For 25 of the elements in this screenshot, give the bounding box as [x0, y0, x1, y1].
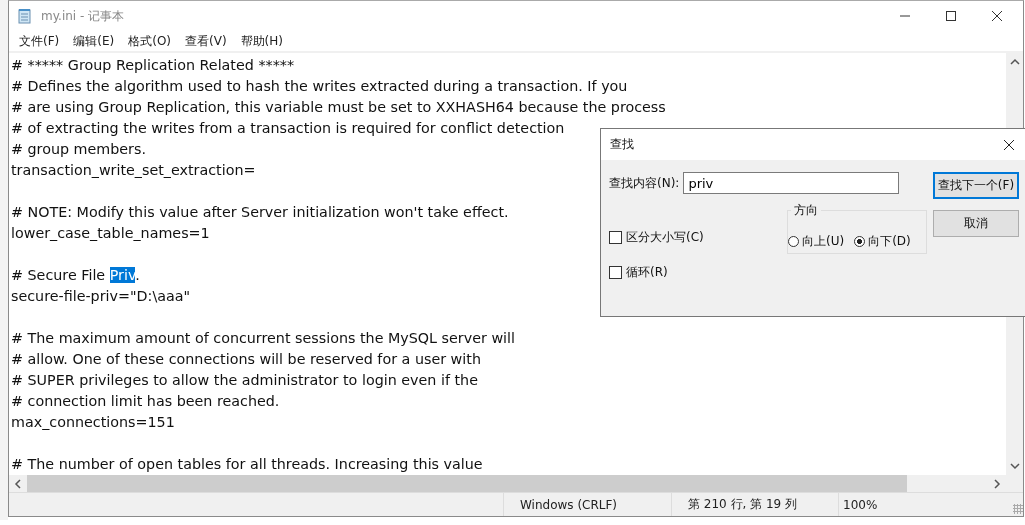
text-line: # of extracting the writes from a transaction is required for conflict detection — [11, 119, 565, 138]
text-line: # ***** Group Replication Related ***** — [11, 56, 295, 75]
text-line: # are using Group Replication, this variable must be set to XXHASH64 because the process — [11, 98, 666, 117]
text-line: # Defines the algorithm used to hash the writes extracted during a transaction. If you — [11, 77, 628, 96]
text-line: # NOTE: Modify this value after Server initialization won't take effect. — [11, 203, 509, 222]
text-line: # connection limit has been reached. — [11, 392, 280, 411]
cursor-position: 第 210 行, 第 19 列 — [688, 496, 798, 513]
text-line: max_connections=151 — [11, 413, 175, 432]
text-line: # The number of open tables for all threads. Increasing this value — [11, 455, 483, 474]
line-ending-label: Windows (CRLF) — [520, 497, 618, 512]
find-label: 查找内容(N): — [609, 174, 680, 192]
zoom-level: 100% — [843, 497, 878, 512]
text-line: # SUPER privileges to allow the administrator to login even if the — [11, 371, 478, 390]
text-line: secure-file-priv="D:\aaa" — [11, 287, 191, 306]
code-text: # Secure File — [11, 267, 107, 283]
code-text: . — [135, 267, 140, 283]
text-line: lower_case_table_names=1 — [11, 224, 210, 243]
text-line: # allow. One of these connections will be reserved for a user with — [11, 350, 481, 369]
text-line: # group members. — [11, 140, 146, 159]
dialog-title: 查找 — [610, 136, 634, 153]
group-label: 方向 — [793, 202, 819, 219]
text-line: transaction_write_set_extraction= — [11, 161, 256, 180]
text-line: # The maximum amount of concurrent sessions the MySQL server will — [11, 329, 516, 348]
window-title: my.ini - 记事本 — [41, 7, 125, 25]
selected-text: Priv — [109, 267, 136, 283]
